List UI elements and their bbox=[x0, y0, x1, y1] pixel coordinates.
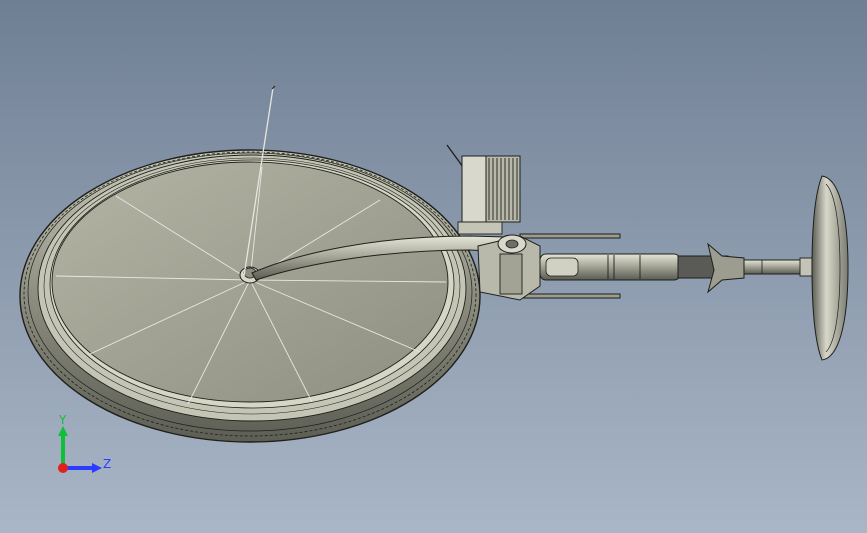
z-axis-label: Z bbox=[103, 457, 112, 471]
y-axis-label: Y bbox=[59, 413, 67, 427]
frame-tube bbox=[539, 242, 745, 294]
bicycle-model[interactable] bbox=[0, 0, 867, 533]
seat bbox=[811, 175, 849, 361]
x-axis-dot bbox=[58, 463, 68, 473]
bracket bbox=[477, 234, 541, 301]
handlebar-mount bbox=[446, 144, 521, 235]
front-wheel[interactable] bbox=[19, 149, 481, 443]
seat-post bbox=[743, 257, 813, 277]
3d-viewport[interactable]: Y Z bbox=[0, 0, 867, 533]
